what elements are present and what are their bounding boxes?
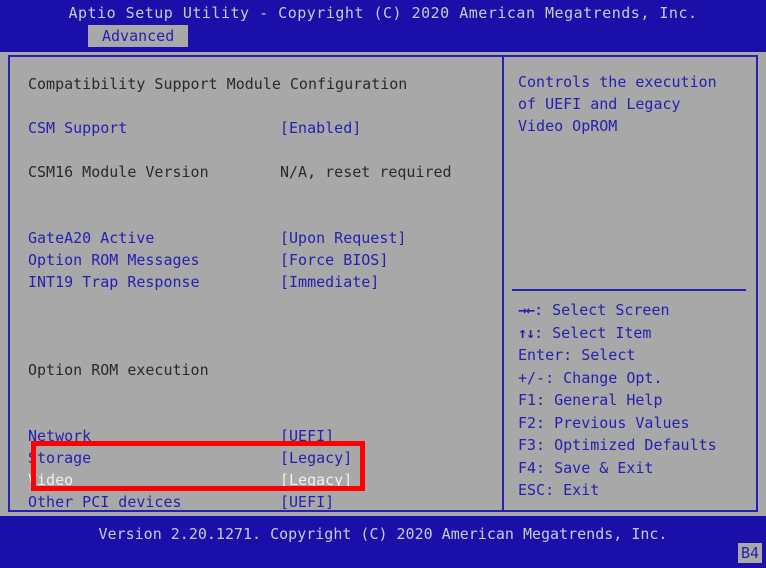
nav-key-label: F3: Optimized Defaults bbox=[518, 436, 717, 454]
nav-key-label: F2: Previous Values bbox=[518, 413, 690, 432]
bios-setup-screen: Aptio Setup Utility - Copyright (C) 2020… bbox=[0, 0, 766, 568]
help-description-line: Video OpROM bbox=[518, 117, 618, 135]
build-badge: B4 bbox=[737, 543, 762, 563]
setting-row-gatea20-active[interactable]: GateA20 Active [Upon Request] bbox=[28, 227, 502, 249]
oprom-value[interactable]: [Legacy] bbox=[280, 469, 352, 491]
version-text: Version 2.20.1271. Copyright (C) 2020 Am… bbox=[98, 525, 668, 543]
content-frame: Compatibility Support Module Configurati… bbox=[8, 55, 758, 512]
nav-key-f4-save-exit: F4: Save & Exit bbox=[518, 457, 756, 480]
navigation-keys-list: →←: Select Screen ↑↓: Select Item Enter:… bbox=[518, 299, 756, 502]
tab-advanced[interactable]: Advanced bbox=[88, 25, 189, 47]
oprom-value[interactable]: [UEFI] bbox=[280, 491, 334, 513]
oprom-row-network[interactable]: Network [UEFI] bbox=[28, 425, 502, 447]
up-down-arrow-icon: ↑↓ bbox=[518, 323, 535, 342]
oprom-label: Video bbox=[28, 471, 74, 489]
setting-label: Option ROM Messages bbox=[28, 251, 200, 269]
setting-row-option-rom-messages[interactable]: Option ROM Messages [Force BIOS] bbox=[28, 249, 502, 271]
tab-bar: Advanced bbox=[0, 25, 766, 47]
header-bar: Aptio Setup Utility - Copyright (C) 2020… bbox=[0, 0, 766, 52]
left-right-arrow-icon: →← bbox=[518, 301, 535, 319]
nav-key-f3-optimized-defaults: F3: Optimized Defaults bbox=[518, 434, 756, 457]
setting-label: CSM Support bbox=[28, 119, 128, 137]
section-title: Compatibility Support Module Configurati… bbox=[28, 75, 408, 93]
setting-row-csm16-module-version: CSM16 Module Version N/A, reset required bbox=[28, 161, 502, 183]
setting-value[interactable]: [Upon Request] bbox=[280, 227, 406, 249]
nav-key-label: ESC: Exit bbox=[518, 481, 600, 499]
nav-key-label: +/-: Change Opt. bbox=[518, 368, 663, 387]
footer-bar: Version 2.20.1271. Copyright (C) 2020 Am… bbox=[0, 516, 766, 568]
group-title-option-rom-execution: Option ROM execution bbox=[28, 361, 209, 379]
body-area: Compatibility Support Module Configurati… bbox=[0, 52, 766, 516]
setting-value[interactable]: [Immediate] bbox=[280, 271, 379, 293]
help-description-line: Controls the execution bbox=[518, 73, 717, 91]
setting-label: GateA20 Active bbox=[28, 229, 155, 247]
oprom-row-video[interactable]: Video [Legacy] bbox=[28, 469, 502, 491]
help-panel: Controls the execution of UEFI and Legac… bbox=[504, 57, 756, 510]
setting-row-int19-trap-response[interactable]: INT19 Trap Response [Immediate] bbox=[28, 271, 502, 293]
setting-row-csm-support[interactable]: CSM Support [Enabled] bbox=[28, 117, 502, 139]
nav-key-change-opt: +/-: Change Opt. bbox=[518, 367, 756, 390]
nav-key-label: : Select Screen bbox=[534, 301, 670, 319]
oprom-row-storage[interactable]: Storage [Legacy] bbox=[28, 447, 502, 469]
oprom-label: Storage bbox=[28, 449, 92, 467]
setting-value: N/A, reset required bbox=[280, 163, 452, 181]
help-divider bbox=[512, 289, 746, 291]
oprom-value[interactable]: [UEFI] bbox=[280, 425, 334, 447]
nav-key-select-item: ↑↓: Select Item bbox=[518, 322, 756, 345]
nav-key-label: Enter: Select bbox=[518, 346, 636, 364]
setting-label: INT19 Trap Response bbox=[28, 273, 200, 291]
oprom-row-other-pci-devices[interactable]: Other PCI devices [UEFI] bbox=[28, 491, 502, 513]
nav-key-label: : Select Item bbox=[534, 323, 652, 342]
nav-key-label: F4: Save & Exit bbox=[518, 458, 654, 477]
setting-value[interactable]: [Enabled] bbox=[280, 117, 361, 139]
oprom-value[interactable]: [Legacy] bbox=[280, 447, 352, 469]
nav-key-enter-select: Enter: Select bbox=[518, 344, 756, 367]
oprom-label: Other PCI devices bbox=[28, 493, 182, 511]
settings-panel: Compatibility Support Module Configurati… bbox=[10, 57, 502, 513]
setting-value[interactable]: [Force BIOS] bbox=[280, 249, 388, 271]
help-description-line: of UEFI and Legacy bbox=[518, 95, 681, 113]
nav-key-f1-general-help: F1: General Help bbox=[518, 389, 756, 412]
nav-key-esc-exit: ESC: Exit bbox=[518, 479, 756, 502]
oprom-label: Network bbox=[28, 427, 92, 445]
setting-label: CSM16 Module Version bbox=[28, 163, 209, 181]
nav-key-select-screen: →←: Select Screen bbox=[518, 299, 756, 322]
nav-key-label: F1: General Help bbox=[518, 391, 663, 409]
page-title: Aptio Setup Utility - Copyright (C) 2020… bbox=[68, 4, 698, 22]
nav-key-f2-previous-values: F2: Previous Values bbox=[518, 412, 756, 435]
